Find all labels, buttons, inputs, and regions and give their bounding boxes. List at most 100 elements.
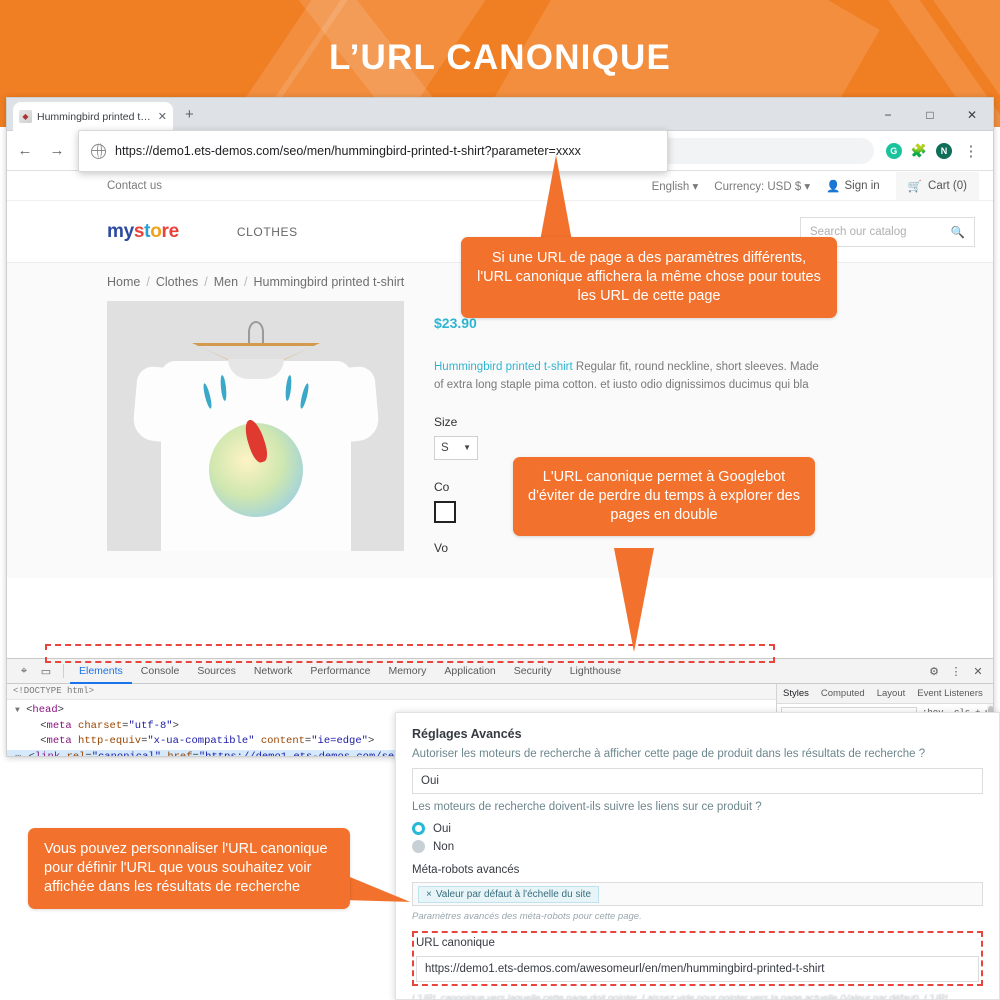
profile-avatar[interactable]: N: [936, 142, 952, 159]
product-name-link[interactable]: Hummingbird printed t-shirt: [434, 361, 573, 373]
radio-non[interactable]: Non: [412, 840, 983, 853]
site-topbar: Contact us English ▾ Currency: USD $ ▾ 👤…: [7, 171, 993, 201]
minimize-icon[interactable]: −: [867, 98, 909, 131]
cart-icon: 🛒: [907, 180, 923, 193]
canonical-url-value: https://demo1.ets-demos.com/awesomeurl/e…: [425, 963, 825, 975]
cart-label: Cart (0): [928, 179, 967, 192]
tab-title: Hummingbird printed t-shirt: [37, 110, 153, 123]
feather-icon: [201, 382, 213, 410]
devtools-tab-console[interactable]: Console: [132, 659, 189, 684]
breadcrumb-item[interactable]: Home: [107, 275, 140, 289]
address-bar-url[interactable]: https://demo1.ets-demos.com/seo/men/humm…: [115, 144, 581, 158]
tshirt-graphic: [131, 361, 380, 551]
language-selector[interactable]: English ▾: [652, 179, 699, 193]
devtools-toolbar: ⌖ ▭ Elements Console Sources Network Per…: [7, 659, 993, 684]
devtools-close-icon[interactable]: ✕: [967, 659, 989, 684]
size-label: Size: [434, 414, 458, 429]
sign-in-link[interactable]: 👤 Sign in: [826, 179, 880, 193]
chevron-down-icon: ▼: [463, 443, 471, 453]
canonical-url-label: URL canonique: [416, 937, 495, 949]
indexation-select[interactable]: Oui: [412, 768, 983, 794]
sign-in-label: Sign in: [844, 179, 880, 192]
globe-icon: [90, 143, 106, 159]
grammar-extension-icon[interactable]: G: [885, 142, 902, 159]
banner-title: L’URL CANONIQUE: [328, 38, 672, 77]
prestashop-advanced-settings: Réglages Avancés Autoriser les moteurs d…: [395, 712, 1000, 1000]
indexation-value: Oui: [421, 775, 439, 787]
canonical-url-hint: L'URL canonique vers laquelle cette page…: [412, 993, 951, 1000]
callout-tail: [614, 548, 654, 652]
search-icon[interactable]: 🔍: [951, 225, 965, 239]
browser-tab[interactable]: ◆ Hummingbird printed t-shirt ✕: [13, 102, 173, 131]
follow-links-radios: Oui Non: [412, 822, 983, 853]
close-window-icon[interactable]: ✕: [951, 98, 993, 131]
logo-part: o: [150, 220, 162, 242]
styles-tabs: Styles Computed Layout Event Listeners »: [777, 684, 993, 704]
question-indexation: Autoriser les moteurs de recherche à aff…: [412, 748, 926, 760]
currency-selector[interactable]: Currency: USD $ ▾: [714, 179, 810, 193]
product-image[interactable]: [107, 301, 404, 551]
inspect-element-icon[interactable]: ⌖: [13, 659, 35, 684]
breadcrumb-item: Hummingbird printed t-shirt: [253, 275, 405, 289]
search-placeholder: Search our catalog: [810, 225, 907, 238]
panel-title: Réglages Avancés: [412, 727, 522, 741]
devtools-tab-sources[interactable]: Sources: [188, 659, 245, 684]
styles-tab-computed[interactable]: Computed: [815, 688, 871, 699]
product-description: Hummingbird printed t-shirt Regular fit,…: [434, 359, 824, 395]
devtools-tab-performance[interactable]: Performance: [301, 659, 379, 684]
radio-label: Non: [433, 840, 455, 853]
devtools-more-icon[interactable]: ⋮: [945, 659, 967, 684]
callout-tail: [540, 155, 572, 241]
store-logo[interactable]: mystore: [107, 221, 179, 243]
breadcrumb-item[interactable]: Men: [214, 275, 238, 289]
meta-robots-tag[interactable]: × Valeur par défaut à l'échelle du site: [418, 885, 599, 903]
contact-us-link[interactable]: Contact us: [107, 180, 162, 192]
nav-item-clothes[interactable]: CLOTHES: [237, 225, 298, 239]
callout-url-parameters: Si une URL de page a des paramètres diff…: [461, 237, 837, 319]
size-select[interactable]: S ▼: [434, 435, 478, 460]
devtools-tab-elements[interactable]: Elements: [70, 659, 132, 684]
sleeve-right: [333, 365, 380, 443]
feather-icon: [284, 374, 292, 402]
logo-part: s: [133, 220, 145, 242]
puzzle-extension-icon[interactable]: 🧩: [911, 143, 927, 159]
color-swatch[interactable]: [434, 500, 456, 523]
styles-tab-layout[interactable]: Layout: [871, 688, 912, 699]
doctype-line: <!DOCTYPE html>: [7, 684, 776, 700]
product-section: $23.90 Hummingbird printed t-shirt Regul…: [7, 301, 993, 578]
callout-googlebot: L'URL canonique permet à Googlebot d'évi…: [513, 457, 815, 537]
cart-button[interactable]: 🛒 Cart (0): [895, 171, 979, 200]
radio-oui[interactable]: Oui: [412, 822, 983, 835]
gear-icon[interactable]: ⚙: [923, 659, 945, 684]
sleeve-left: [131, 365, 178, 443]
styles-tab-overflow[interactable]: »: [989, 688, 993, 699]
tag-remove-icon[interactable]: ×: [426, 889, 432, 900]
devtools-tab-security[interactable]: Security: [505, 659, 561, 684]
styles-tab-event-listeners[interactable]: Event Listeners: [911, 688, 988, 699]
meta-robots-hint: Paramètres avancés des méta-robots pour …: [412, 911, 642, 922]
maximize-icon[interactable]: □: [909, 98, 951, 131]
meta-robots-tagbox[interactable]: × Valeur par défaut à l'échelle du site: [412, 882, 983, 906]
breadcrumb-item[interactable]: Clothes: [156, 275, 198, 289]
browser-menu-icon[interactable]: ⋮: [961, 142, 981, 160]
window-controls: − □ ✕: [867, 98, 993, 131]
question-follow-links: Les moteurs de recherche doivent-ils sui…: [412, 801, 762, 813]
close-icon[interactable]: ✕: [158, 110, 167, 123]
devtools-tab-lighthouse[interactable]: Lighthouse: [561, 659, 630, 684]
new-tab-button[interactable]: +: [185, 106, 194, 123]
extension-icons: G 🧩 N ⋮: [885, 142, 985, 160]
address-bar-popup[interactable]: https://demo1.ets-demos.com/seo/men/humm…: [78, 130, 668, 172]
volume-label: Vo: [434, 540, 449, 555]
devtools-tab-memory[interactable]: Memory: [379, 659, 435, 684]
browser-tabstrip: ◆ Hummingbird printed t-shirt ✕ + − □ ✕: [7, 98, 993, 131]
callout-customize: Vous pouvez personnaliser l'URL canoniqu…: [28, 828, 350, 910]
forward-icon[interactable]: →: [47, 142, 67, 159]
device-toolbar-icon[interactable]: ▭: [35, 659, 57, 684]
styles-tab-styles[interactable]: Styles: [777, 688, 815, 699]
feather-icon: [219, 374, 227, 402]
devtools-tab-network[interactable]: Network: [245, 659, 302, 684]
logo-part: re: [161, 220, 180, 242]
devtools-tab-application[interactable]: Application: [435, 659, 504, 684]
canonical-url-input[interactable]: https://demo1.ets-demos.com/awesomeurl/e…: [416, 956, 979, 982]
back-icon[interactable]: ←: [15, 142, 35, 159]
